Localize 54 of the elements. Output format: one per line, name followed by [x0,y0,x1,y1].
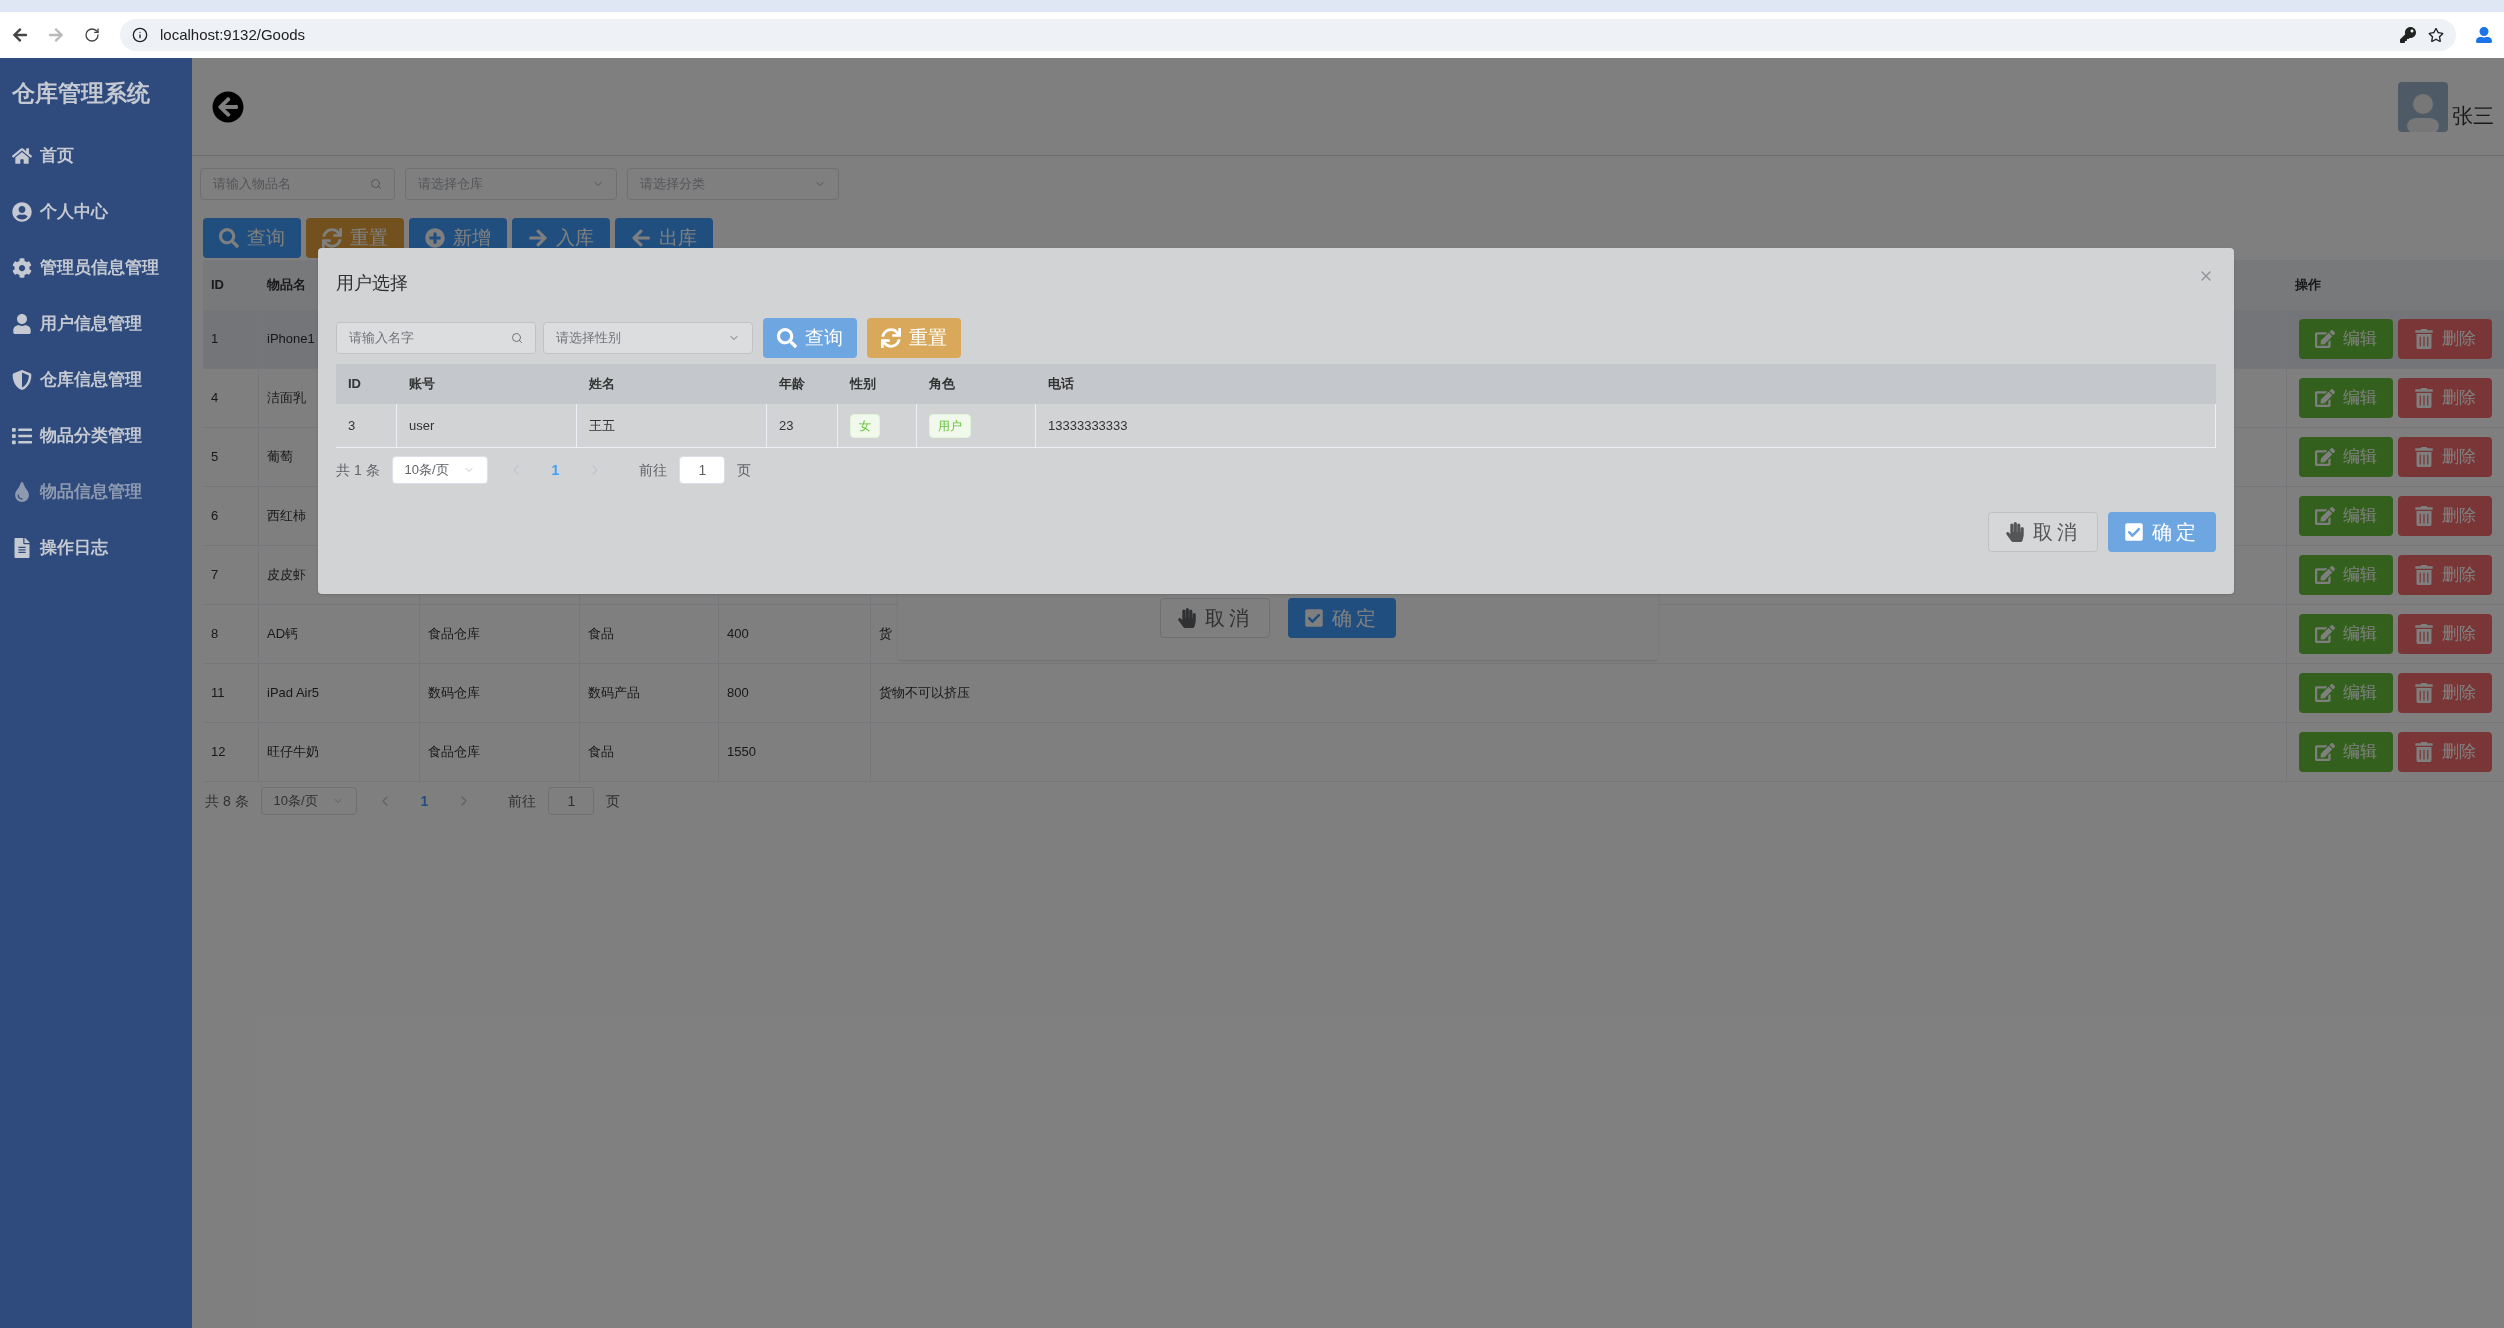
column-header: 电话 [1047,375,1075,394]
table-cell-text: 货 [879,625,892,644]
column-header: 操作 [2295,277,2321,293]
total-count: 共 1 条 [336,460,380,480]
table-cell-text: iPhone1 [267,330,315,349]
table-cell-text: 葡萄 [267,448,293,467]
table-cell-text: 王五 [589,416,615,435]
dialog-title: 用户选择 [336,271,408,295]
column-header: ID [347,375,362,394]
column-header: ID [211,277,224,293]
column-header: 角色 [928,375,956,394]
table-cell-text: iPad Air5 [267,684,320,703]
column-header: 物品名 [267,277,306,293]
table-cell-text: 6 [211,507,219,526]
gender-tag: 女 [850,413,880,438]
table-cell-text: 5 [211,448,219,467]
app-title: 仓库管理系统 [11,78,151,108]
table-cell-text: 旺仔牛奶 [267,743,319,762]
table-cell-text: 皮皮虾 [267,566,306,585]
page-suffix: 页 [606,791,621,811]
table-cell-text: 400 [727,625,749,644]
table-cell-text: 西红柿 [267,507,306,526]
table-cell-text: 11 [211,684,225,703]
table-cell-text: 食品 [588,625,614,644]
table-cell-text: 食品仓库 [428,743,480,762]
table-cell-text: 12 [211,743,226,762]
column-header: 姓名 [588,375,616,394]
column-header: 账号 [408,375,436,394]
column-header: 性别 [848,375,877,394]
role-tag: 用户 [929,413,971,438]
table-cell-text: 数码仓库 [428,684,480,703]
table-cell-text: 洁面乳 [267,389,306,408]
table-cell-text: 1550 [727,743,756,762]
goto-label: 前往 [508,791,537,811]
table-cell-text: 800 [727,684,749,703]
table-cell-text: 食品仓库 [428,625,480,644]
goto-label: 前往 [639,460,668,480]
table-cell-text: user [409,416,435,435]
page-suffix: 页 [737,460,752,480]
table-cell-text: 7 [211,566,219,585]
table-cell-text: 8 [211,625,219,644]
table-cell-text: 1 [211,330,219,349]
total-count: 共 8 条 [205,791,249,811]
user-name: 张三 [2452,103,2494,129]
table-cell-text: 23 [779,416,794,435]
column-header: 年龄 [778,375,806,394]
table-cell-text: AD钙 [267,625,299,644]
table-cell-text: 13333333333 [1048,416,1128,435]
table-cell-text: 食品 [588,743,614,762]
table-cell-text: 数码产品 [588,684,640,703]
url-text: localhost:9132/Goods [160,24,306,45]
table-cell-text: 4 [211,389,219,408]
table-cell-text: 3 [348,416,356,435]
table-cell-text: 货物不可以挤压 [879,684,970,703]
